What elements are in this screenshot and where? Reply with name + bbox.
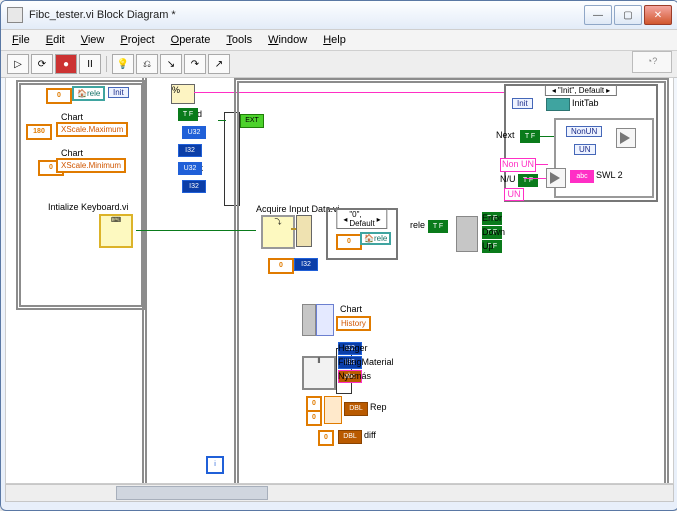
array-const-chart[interactable] [302,304,316,336]
label-error: Error [482,213,502,223]
ind-citer[interactable]: U32 [182,126,206,139]
maximize-button[interactable]: ▢ [614,5,642,25]
menu-tools[interactable]: Tools [219,33,259,47]
prop-xscale-max[interactable]: XScale.Maximum [56,122,128,137]
label-swl2: SWL 2 [596,170,623,180]
prop-xscale-min[interactable]: XScale.Minimum [56,158,126,173]
ind-fmax[interactable]: U32 [178,162,202,175]
pause-button[interactable]: II [79,54,101,74]
close-button[interactable]: ✕ [644,5,672,25]
string-nonun[interactable]: Non UN [500,158,536,172]
const-zero-rep2[interactable]: 0 [306,410,322,426]
label-nyomas: Nyomás [338,371,371,381]
connector-pane[interactable]: ◔? [632,51,672,73]
menu-help[interactable]: Help [316,33,353,47]
highlight-exec-button[interactable]: 💡 [112,54,134,74]
menubar: FFileile Edit View Project Operate Tools… [1,29,677,51]
label-nu: N/U [500,174,516,184]
const-zero-case[interactable]: 0 [336,234,362,250]
ring-init2[interactable]: Init [512,98,533,109]
toolbar: ▷ ⟳ ● II 💡 ⎌ ↘ ↷ ↗ [1,51,677,78]
format-node[interactable]: % [171,84,195,104]
index-array[interactable] [296,215,312,247]
enum-un[interactable]: UN [574,144,596,155]
type-i32: I32 [294,258,318,271]
step-out-button[interactable]: ↗ [208,54,230,74]
string-un[interactable]: UN [504,188,524,201]
const-zero-rele[interactable]: 0 [46,88,72,104]
label-rele2: rele [410,220,425,230]
menu-edit[interactable]: Edit [39,33,72,47]
menu-view[interactable]: View [74,33,112,47]
horizontal-scrollbar[interactable] [5,484,674,502]
menu-window[interactable]: Window [261,33,314,47]
case-selector-main[interactable]: ◂ "0", Default ▸ [336,209,387,229]
ind-rele-bool[interactable]: T F [428,220,448,233]
ind-swl2-str[interactable]: abc [570,170,594,183]
run-button[interactable]: ▷ [7,54,29,74]
menu-project[interactable]: Project [113,33,161,47]
array-index-chart[interactable] [316,304,334,336]
prop-history[interactable]: History [336,316,371,331]
block-diagram-canvas[interactable]: 0 🏠rele Init 180 Chart XScale.Maximum 0 … [5,77,674,484]
menu-operate[interactable]: Operate [164,33,218,47]
abort-button[interactable]: ● [55,54,77,74]
out-diff: DBL [338,430,362,444]
ind-next[interactable]: T F [520,130,540,143]
ind-nu[interactable]: T F [518,174,538,187]
array-rep[interactable] [324,396,342,424]
step-over-button[interactable]: ↷ [184,54,206,74]
label-rep: Rep [370,402,387,412]
app-icon [7,7,23,23]
subvi-init-keyboard[interactable]: ⌨ [99,214,133,248]
label-chart1: Chart [61,112,83,122]
control-rele[interactable]: 🏠rele [72,86,105,101]
retain-wire-button[interactable]: ⎌ [136,54,158,74]
ind-cmax[interactable]: I32 [178,144,202,157]
case-selector-init[interactable]: ◂ "Init", Default ▸ [545,85,617,96]
label-init-kb: Intialize Keyboard.vi [48,202,129,212]
window-title: Fibc_tester.vi Block Diagram * [29,9,582,21]
ind-swl[interactable]: I32 [182,180,206,193]
loop-iteration: i [206,456,224,474]
ind-inittab[interactable] [546,98,570,111]
select-node-1[interactable] [616,128,636,148]
const-zero-i32[interactable]: 0 [268,258,294,274]
label-inittab: InitTab [572,98,599,108]
unbundle-status[interactable] [456,216,478,252]
label-henger: Henger [338,343,368,353]
ind-mixed[interactable]: T F [178,108,198,121]
out-rep: DBL [344,402,368,416]
label-chart2: Chart [61,148,83,158]
subvi-acquire-input[interactable]: ⤵ [261,215,295,249]
label-filling: FillingMaterial [338,357,394,367]
const-180[interactable]: 180 [26,124,52,140]
ring-init[interactable]: Init [108,87,129,98]
minimize-button[interactable]: — [584,5,612,25]
app-window: Fibc_tester.vi Block Diagram * — ▢ ✕ FFi… [0,0,677,511]
label-up: Up [482,241,494,251]
label-down: Down [482,227,505,237]
enum-nonun[interactable]: NonUN [566,126,602,137]
select-node-2[interactable] [546,168,566,188]
scrollbar-thumb[interactable] [116,486,268,500]
label-next: Next [496,130,515,140]
titlebar: Fibc_tester.vi Block Diagram * — ▢ ✕ [1,1,677,29]
const-zero-diff[interactable]: 0 [318,430,334,446]
label-chart3: Chart [340,304,362,314]
label-diff: diff [364,430,376,440]
run-continuous-button[interactable]: ⟳ [31,54,53,74]
step-into-button[interactable]: ↘ [160,54,182,74]
control-rele2[interactable]: 🏠rele [360,232,391,245]
subvi-measure[interactable]: ⫴ [302,356,336,390]
menu-file[interactable]: FFileile [5,33,37,47]
